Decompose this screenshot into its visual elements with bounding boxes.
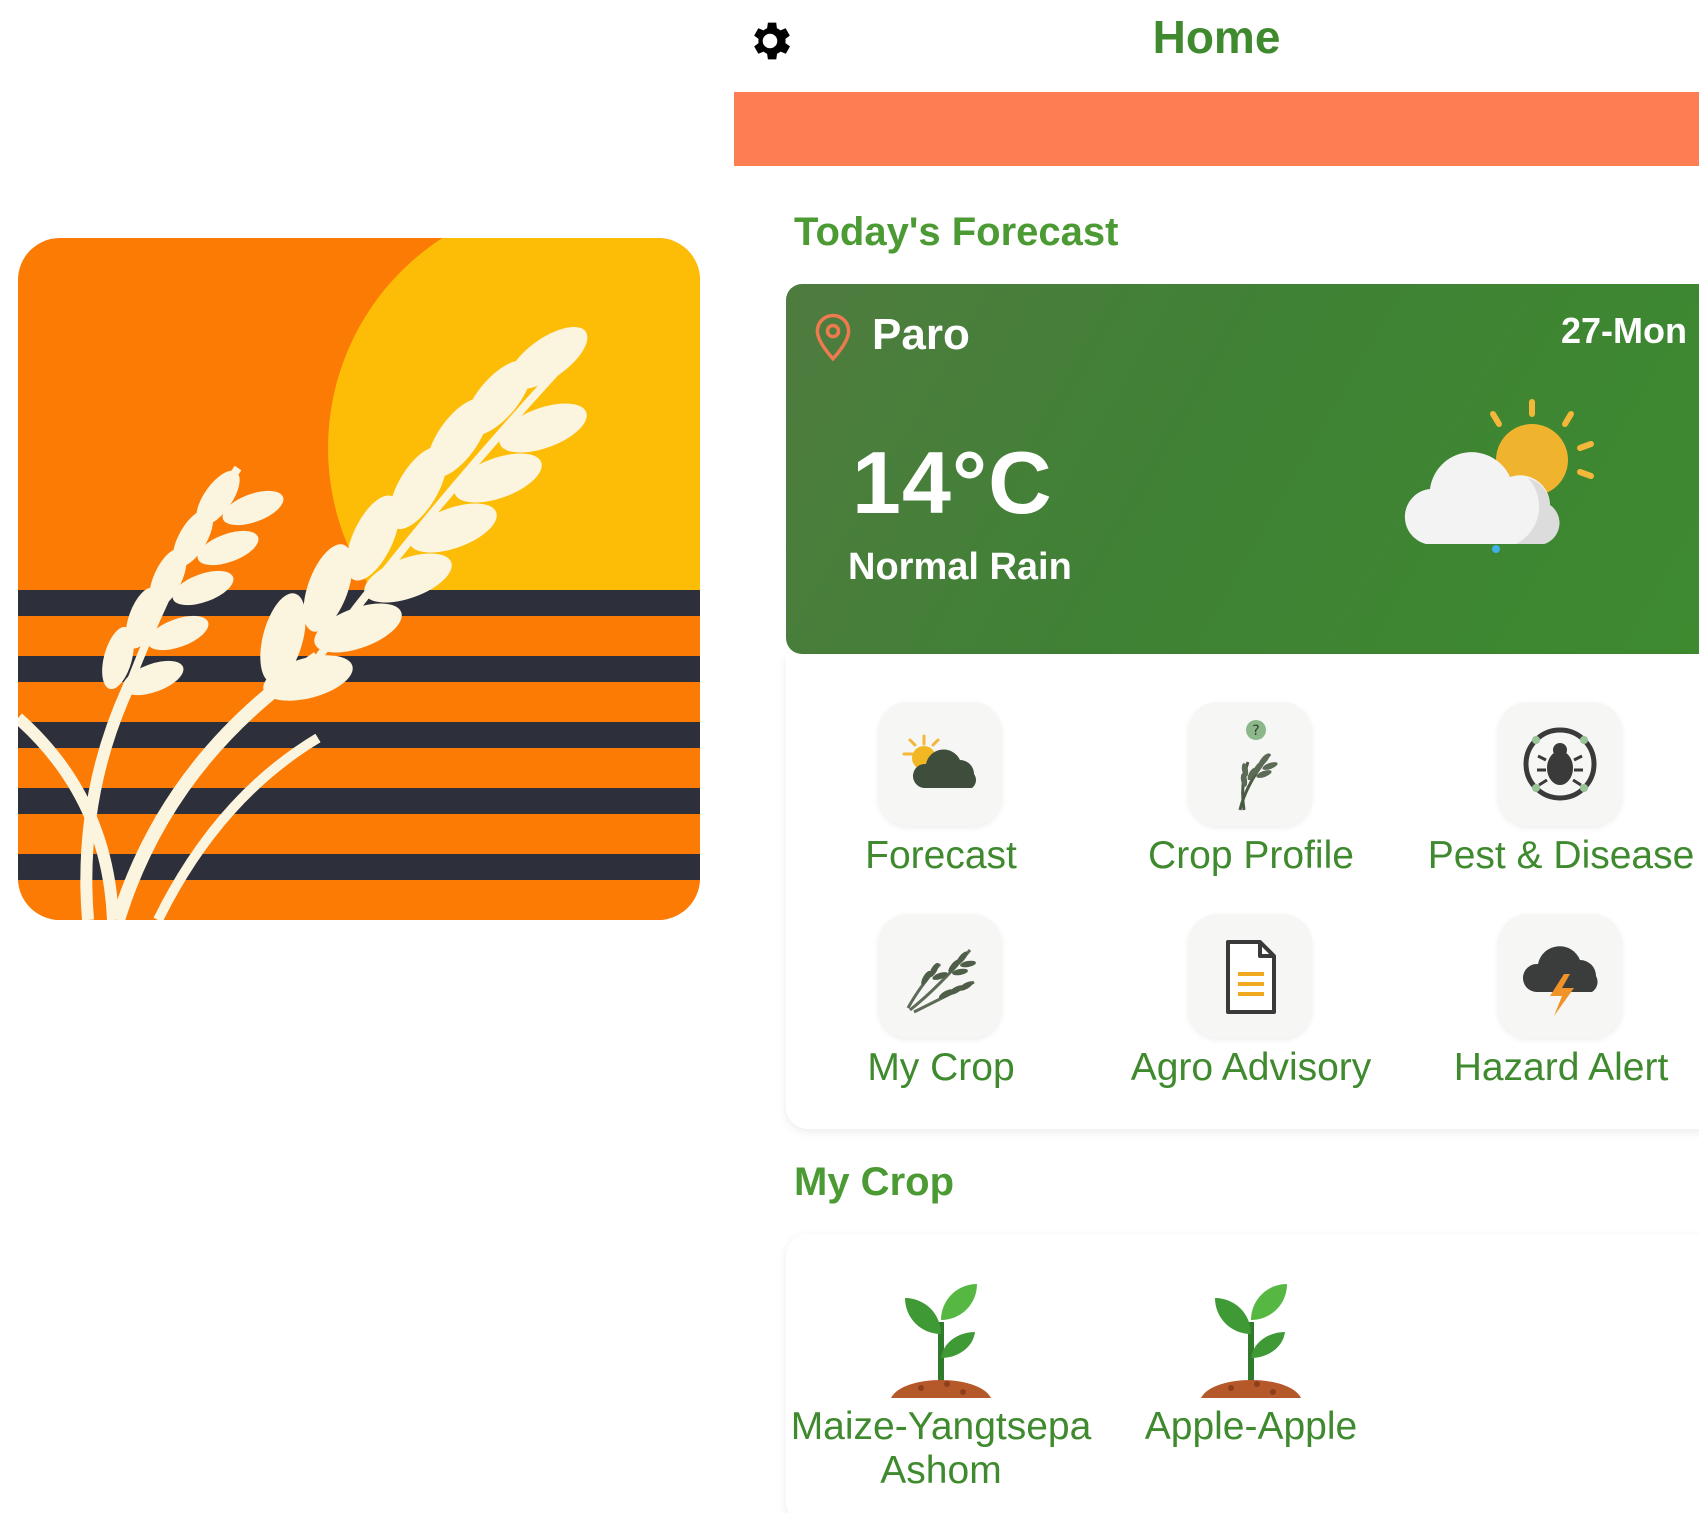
partly-cloudy-icon	[1404, 399, 1594, 553]
wheat-icon	[906, 949, 976, 1014]
weather-temperature: 14°C	[852, 433, 1053, 532]
tile-label: Hazard Alert	[1453, 1046, 1669, 1089]
pest-disease-tile[interactable]: Pest & Disease	[1406, 702, 1699, 902]
crop-variety: Ashom	[880, 1449, 1002, 1492]
pest-bug-icon	[1523, 727, 1597, 801]
app-header: Home	[734, 0, 1699, 90]
my-crop-card: Maize-Yangtsepa Ashom Apple-Apple	[786, 1234, 1699, 1513]
location-pin-icon	[815, 313, 851, 362]
crop-item-apple[interactable]: Apple-Apple	[1096, 1274, 1406, 1446]
crop-profile-icon: ?	[1238, 720, 1278, 811]
tile-label: Crop Profile	[1148, 834, 1354, 877]
agro-advisory-tile[interactable]: Agro Advisory	[1096, 914, 1406, 1114]
weather-card[interactable]: Paro 27-Mon 14°C Normal Rain	[786, 284, 1699, 654]
weather-date: 27-Mon	[1561, 310, 1687, 351]
banner-bar	[734, 92, 1699, 166]
forecast-tile[interactable]: Forecast	[786, 702, 1096, 902]
tile-label: Pest & Disease	[1427, 834, 1695, 877]
hazard-alert-tile[interactable]: Hazard Alert	[1406, 914, 1699, 1114]
home-screen: Home Today's Forecast Paro 27-Mon 14°C N…	[734, 0, 1699, 1513]
document-icon	[1226, 940, 1276, 1014]
seedling-icon	[1201, 1284, 1301, 1398]
rice-logo-icon	[18, 238, 700, 920]
weather-forecast-icon	[902, 734, 976, 788]
crop-item-maize[interactable]: Maize-Yangtsepa Ashom	[786, 1274, 1096, 1490]
tile-label: Forecast	[865, 834, 1017, 877]
tile-label: My Crop	[867, 1046, 1015, 1089]
tile-label: Agro Advisory	[1130, 1046, 1372, 1089]
app-logo	[18, 238, 700, 920]
seedling-icon	[891, 1284, 991, 1398]
crop-name: Maize-Yangtsepa	[790, 1405, 1092, 1448]
quick-actions-card: Forecast ? Crop Profile Pest & Disease M…	[786, 654, 1699, 1129]
my-crop-tile[interactable]: My Crop	[786, 914, 1096, 1114]
forecast-section-title: Today's Forecast	[794, 210, 1119, 254]
crop-name: Apple-Apple	[1144, 1405, 1358, 1448]
weather-location: Paro	[872, 310, 970, 359]
weather-condition: Normal Rain	[848, 546, 1072, 588]
crop-profile-tile[interactable]: ? Crop Profile	[1096, 702, 1406, 902]
my-crop-section-title: My Crop	[794, 1160, 954, 1204]
storm-cloud-icon	[1522, 946, 1598, 1016]
page-title: Home	[1152, 11, 1281, 63]
svg-text:?: ?	[1252, 723, 1259, 739]
